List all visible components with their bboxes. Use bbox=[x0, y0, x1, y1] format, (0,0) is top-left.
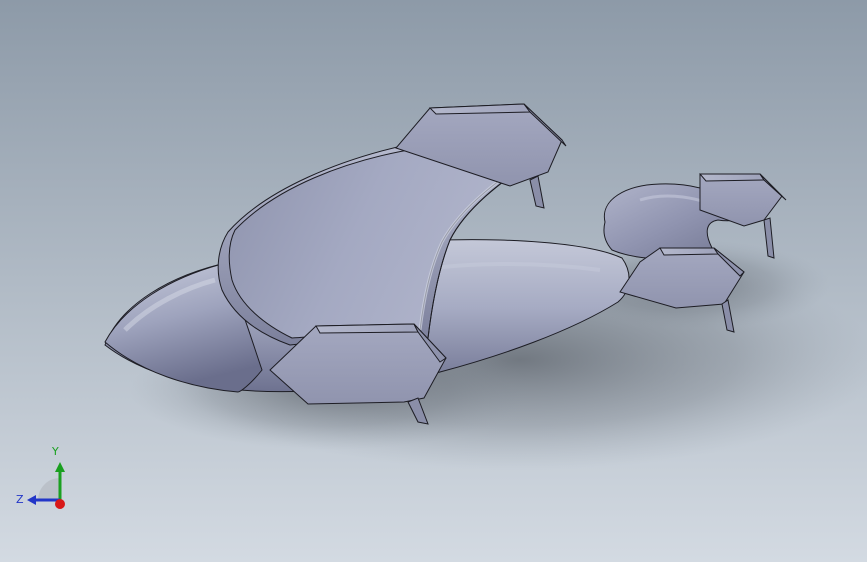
z-axis-label: Z bbox=[16, 493, 24, 506]
3d-graphics-viewport[interactable]: Y Z bbox=[0, 0, 867, 562]
model-canvas[interactable]: Y Z bbox=[0, 0, 867, 562]
y-axis-label: Y bbox=[51, 445, 59, 458]
x-axis-marker bbox=[55, 499, 65, 509]
